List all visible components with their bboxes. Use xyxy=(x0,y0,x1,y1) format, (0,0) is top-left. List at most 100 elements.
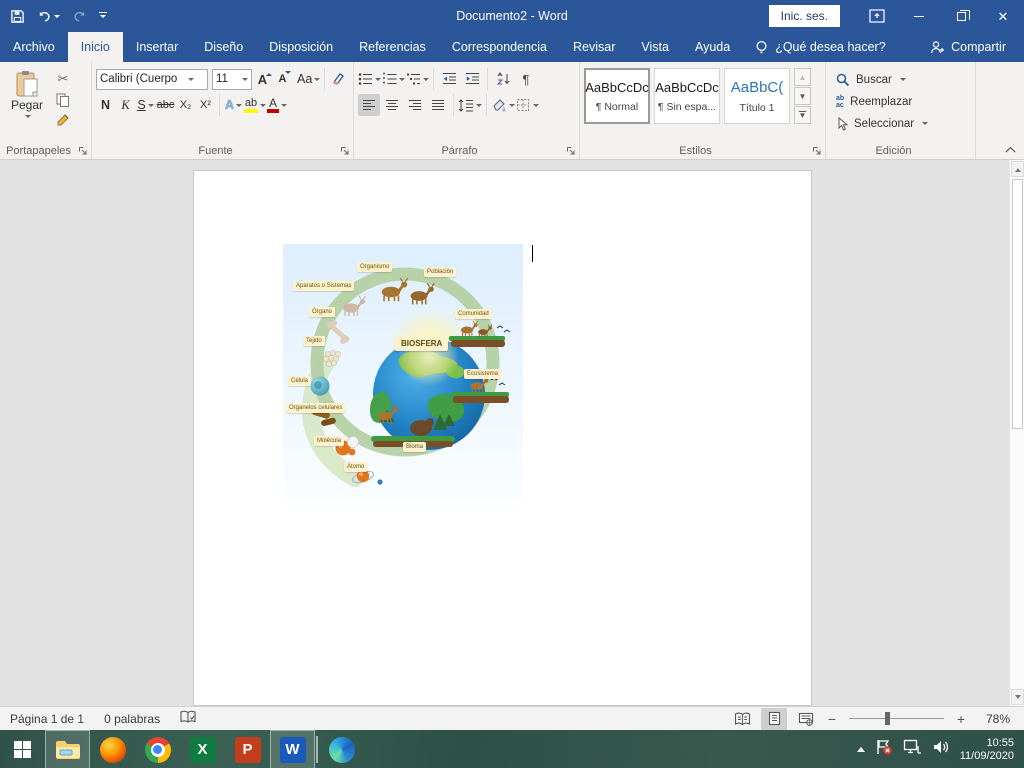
parrafo-dialog-launcher[interactable] xyxy=(565,145,576,156)
taskbar-chrome[interactable] xyxy=(135,730,180,768)
bold-button[interactable]: N xyxy=(96,95,115,116)
zoom-percentage[interactable]: 78% xyxy=(974,712,1010,726)
change-case-button[interactable]: Aa xyxy=(297,69,320,90)
styles-gallery-more-button[interactable]: ▼ xyxy=(794,106,811,124)
show-paragraph-marks-button[interactable]: ¶ xyxy=(515,68,537,90)
strikethrough-button[interactable]: abc xyxy=(156,95,175,116)
paste-button[interactable]: Pegar xyxy=(4,66,50,141)
minimize-button[interactable] xyxy=(898,0,940,32)
tab-disposicion[interactable]: Disposición xyxy=(256,32,346,62)
customize-quick-access-button[interactable] xyxy=(99,12,107,21)
zoom-slider[interactable] xyxy=(849,718,944,719)
network-icon[interactable] xyxy=(903,739,922,760)
style-sin-espaciado[interactable]: AaBbCcDc ¶ Sin espa... xyxy=(654,68,720,124)
borders-button[interactable] xyxy=(516,94,539,116)
start-button[interactable] xyxy=(0,730,45,768)
vertical-scrollbar[interactable] xyxy=(1009,160,1024,706)
cut-button[interactable]: ✂ xyxy=(56,72,70,87)
shrink-font-button[interactable]: A xyxy=(273,69,292,90)
estilos-dialog-launcher[interactable] xyxy=(811,145,822,156)
tab-insertar[interactable]: Insertar xyxy=(123,32,191,62)
ribbon-display-options-button[interactable] xyxy=(856,0,898,32)
tab-revisar[interactable]: Revisar xyxy=(560,32,628,62)
clear-formatting-button[interactable] xyxy=(329,69,348,90)
taskbar-excel[interactable]: X xyxy=(180,730,225,768)
zoom-slider-thumb[interactable] xyxy=(885,712,890,725)
style-titulo-1[interactable]: AaBbC( Título 1 xyxy=(724,68,790,124)
sign-in-button[interactable]: Inic. ses. xyxy=(769,5,840,27)
taskbar-firefox[interactable] xyxy=(90,730,135,768)
taskbar-edge[interactable] xyxy=(319,730,364,768)
action-center-flag-icon[interactable] xyxy=(875,739,893,761)
align-center-button[interactable] xyxy=(381,94,403,116)
tab-referencias[interactable]: Referencias xyxy=(346,32,439,62)
taskbar-powerpoint[interactable]: P xyxy=(225,730,270,768)
volume-icon[interactable] xyxy=(932,739,950,760)
biosphere-diagram-image[interactable]: Organismo Población Aparatos o Sistemas … xyxy=(283,244,523,506)
decrease-indent-button[interactable] xyxy=(438,68,460,90)
scroll-down-button[interactable] xyxy=(1011,689,1024,705)
bullets-button[interactable] xyxy=(358,68,381,90)
text-effects-button[interactable]: A xyxy=(224,95,243,116)
find-button[interactable]: Buscar xyxy=(836,69,971,90)
tab-inicio[interactable]: Inicio xyxy=(68,32,123,62)
group-label-estilos: Estilos xyxy=(580,145,811,157)
read-mode-button[interactable] xyxy=(729,708,755,730)
paste-dropdown-caret[interactable] xyxy=(25,115,31,121)
tab-vista[interactable]: Vista xyxy=(628,32,682,62)
collapse-ribbon-button[interactable] xyxy=(1002,143,1018,155)
hidden-icons-chevron[interactable] xyxy=(857,743,865,752)
font-name-combo[interactable]: Calibri (Cuerpo xyxy=(96,69,208,90)
portapapeles-dialog-launcher[interactable] xyxy=(77,145,88,156)
proofing-status-icon[interactable] xyxy=(180,710,196,727)
justify-button[interactable] xyxy=(427,94,449,116)
scrollbar-thumb[interactable] xyxy=(1012,179,1023,429)
fuente-dialog-launcher[interactable] xyxy=(339,145,350,156)
shading-button[interactable] xyxy=(491,94,515,116)
increase-indent-button[interactable] xyxy=(461,68,483,90)
superscript-button[interactable]: X² xyxy=(196,95,215,116)
tab-archivo[interactable]: Archivo xyxy=(0,32,68,62)
page-count-status[interactable]: Página 1 de 1 xyxy=(10,712,84,726)
undo-dropdown-caret[interactable] xyxy=(54,15,60,21)
styles-scroll-up-button[interactable]: ▲ xyxy=(794,68,811,86)
taskbar-word[interactable]: W xyxy=(270,730,315,768)
format-painter-button[interactable] xyxy=(56,113,70,127)
italic-button[interactable]: K xyxy=(116,95,135,116)
sort-button[interactable] xyxy=(492,68,514,90)
tab-diseno[interactable]: Diseño xyxy=(191,32,256,62)
tell-me-box[interactable]: ¿Qué desea hacer? xyxy=(743,32,898,62)
multilevel-list-button[interactable] xyxy=(406,68,429,90)
undo-button[interactable] xyxy=(37,9,60,24)
tab-ayuda[interactable]: Ayuda xyxy=(682,32,743,62)
align-right-button[interactable] xyxy=(404,94,426,116)
document-page[interactable]: Organismo Población Aparatos o Sistemas … xyxy=(193,170,812,706)
word-count-status[interactable]: 0 palabras xyxy=(104,712,160,726)
numbering-button[interactable] xyxy=(382,68,405,90)
align-left-button[interactable] xyxy=(358,94,380,116)
select-button[interactable]: Seleccionar xyxy=(836,113,971,134)
font-size-combo[interactable]: 11 xyxy=(212,69,252,90)
underline-button[interactable]: S xyxy=(136,95,155,116)
taskbar-clock[interactable]: 10:55 11/09/2020 xyxy=(960,737,1014,763)
close-button[interactable]: ✕ xyxy=(982,0,1024,32)
tab-correspondencia[interactable]: Correspondencia xyxy=(439,32,560,62)
taskbar-file-explorer[interactable] xyxy=(45,730,90,768)
subscript-button[interactable]: X₂ xyxy=(176,95,195,116)
share-button[interactable]: Compartir xyxy=(930,32,1024,62)
style-normal[interactable]: AaBbCcDc ¶ Normal xyxy=(584,68,650,124)
line-spacing-button[interactable] xyxy=(458,94,482,116)
replace-button[interactable]: abac Reemplazar xyxy=(836,91,971,112)
print-layout-button[interactable] xyxy=(761,708,787,730)
scroll-up-button[interactable] xyxy=(1011,161,1024,177)
styles-scroll-down-button[interactable]: ▼ xyxy=(794,87,811,105)
copy-button[interactable] xyxy=(56,93,70,107)
grow-font-button[interactable]: A xyxy=(253,69,272,90)
save-icon[interactable] xyxy=(10,9,25,24)
zoom-out-button[interactable]: − xyxy=(825,711,839,727)
zoom-in-button[interactable]: + xyxy=(954,711,968,727)
highlight-color-button[interactable]: ab xyxy=(244,95,266,116)
web-layout-button[interactable] xyxy=(793,708,819,730)
font-color-button[interactable]: A xyxy=(267,95,287,116)
restore-button[interactable] xyxy=(940,0,982,32)
